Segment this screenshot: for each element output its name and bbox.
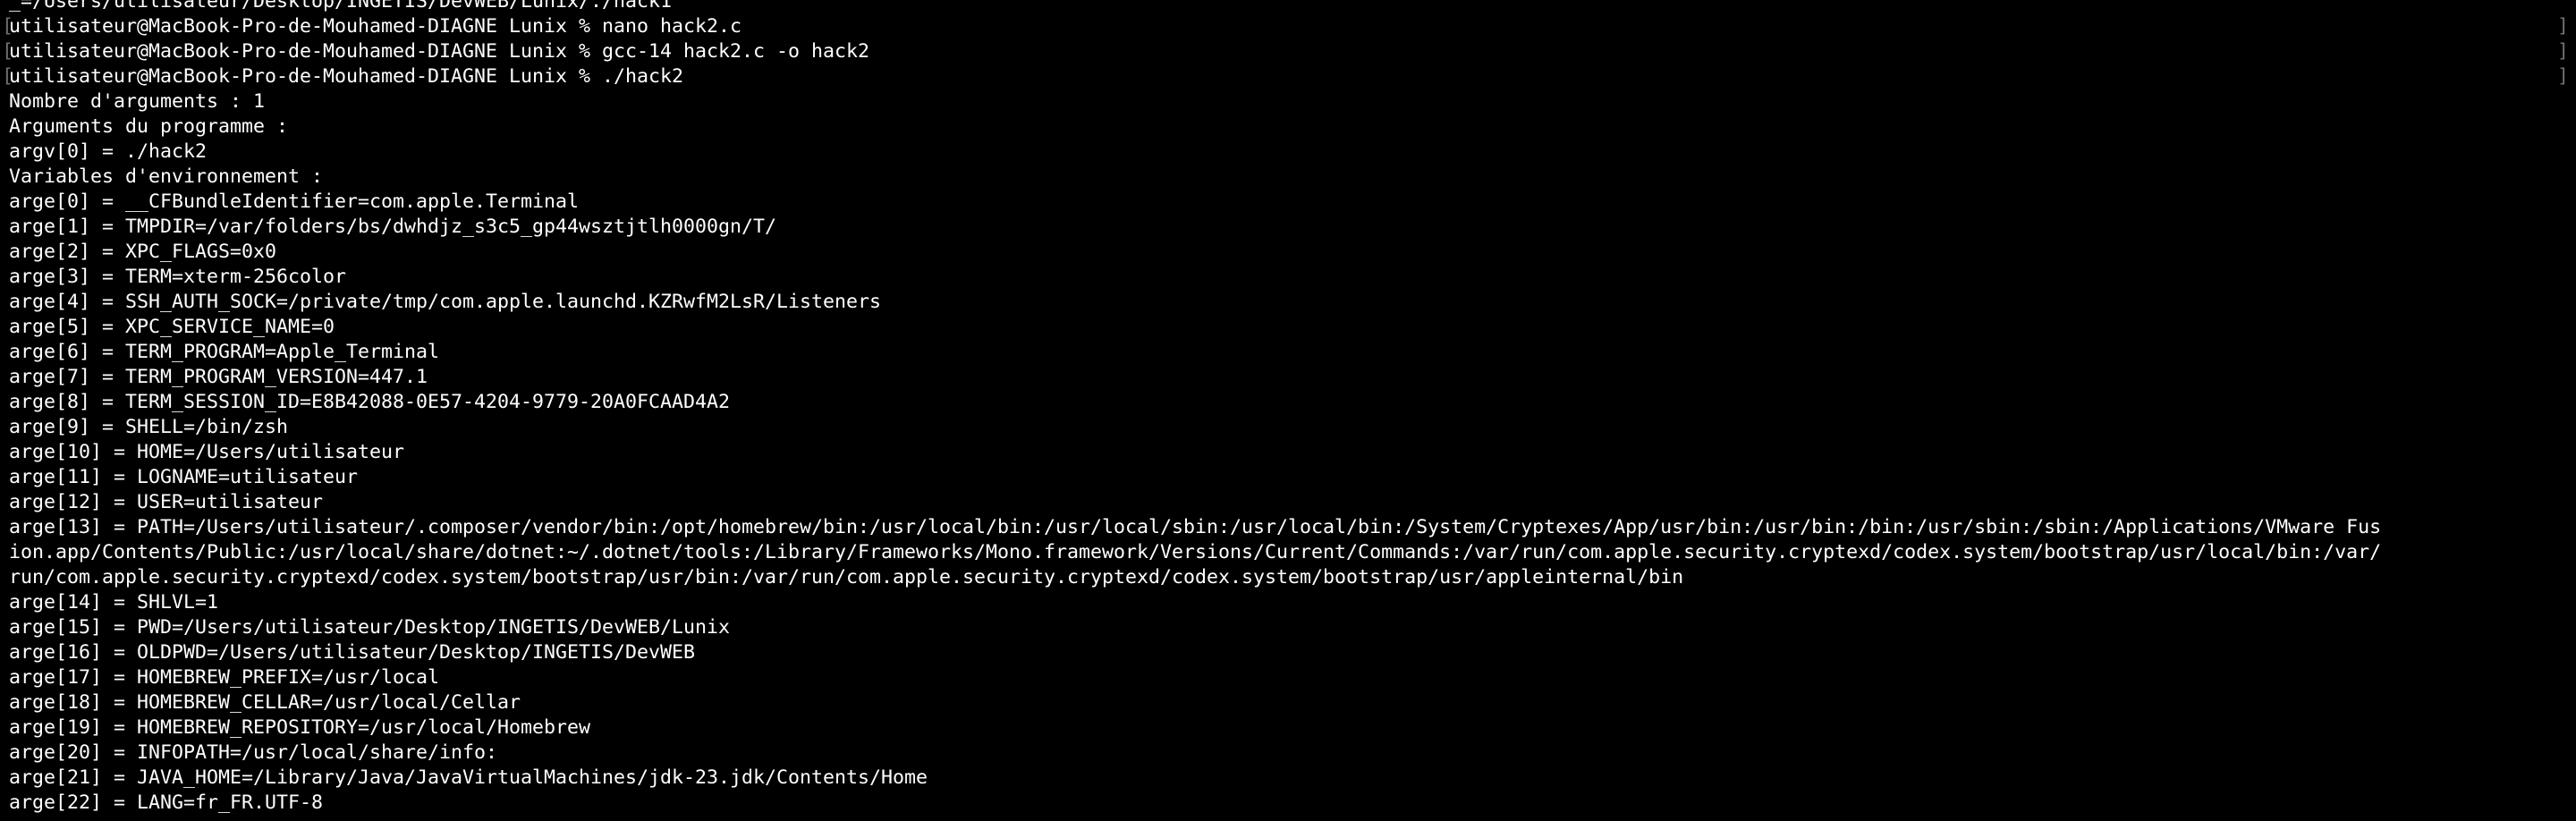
terminal-output-line: arge[7] = TERM_PROGRAM_VERSION=447.1 [9,365,2569,390]
terminal-output-line: arge[18] = HOMEBREW_CELLAR=/usr/local/Ce… [9,690,2569,715]
prompt-marker-right: ] [2556,40,2569,63]
terminal-output-line: arge[6] = TERM_PROGRAM=Apple_Terminal [9,340,2569,365]
terminal-output-line: _=/Users/utilisateur/Desktop/INGETIS/Dev… [9,0,2569,14]
terminal-output-line: arge[4] = SSH_AUTH_SOCK=/private/tmp/com… [9,290,2569,315]
terminal-output-line: arge[13] = PATH=/Users/utilisateur/.comp… [9,515,2569,540]
terminal-output-line: arge[22] = LANG=fr_FR.UTF-8 [9,791,2569,816]
terminal-output-line: arge[2] = XPC_FLAGS=0x0 [9,240,2569,265]
output-text: arge[4] = SSH_AUTH_SOCK=/private/tmp/com… [9,291,882,313]
output-text: arge[15] = PWD=/Users/utilisateur/Deskto… [9,616,731,639]
prompt-marker-left: [ [2,15,14,38]
prompt-marker-left: [ [2,40,14,63]
terminal-window[interactable]: _=/Users/utilisateur/Desktop/INGETIS/Dev… [0,0,2576,821]
output-text: arge[21] = JAVA_HOME=/Library/Java/JavaV… [9,766,928,789]
output-text: arge[19] = HOMEBREW_REPOSITORY=/usr/loca… [9,716,591,739]
terminal-output-line: arge[0] = __CFBundleIdentifier=com.apple… [9,190,2569,215]
terminal-output-line: ion.app/Contents/Public:/usr/local/share… [9,540,2569,565]
terminal-output-line: arge[20] = INFOPATH=/usr/local/share/inf… [9,741,2569,766]
terminal-prompt-line: [utilisateur@MacBook-Pro-de-Mouhamed-DIA… [2,14,2569,39]
output-text: Variables d'environnement : [9,165,324,188]
output-text: ion.app/Contents/Public:/usr/local/share… [9,541,2382,563]
output-text: run/com.apple.security.cryptexd/codex.sy… [9,566,1684,588]
terminal-output-line: arge[19] = HOMEBREW_REPOSITORY=/usr/loca… [9,715,2569,741]
terminal-output-line: Variables d'environnement : [9,165,2569,190]
output-text: arge[6] = TERM_PROGRAM=Apple_Terminal [9,341,440,363]
command-text: utilisateur@MacBook-Pro-de-Mouhamed-DIAG… [9,40,870,63]
terminal-output-line: arge[9] = SHELL=/bin/zsh [9,415,2569,440]
terminal-output-line: arge[21] = JAVA_HOME=/Library/Java/JavaV… [9,766,2569,791]
output-text: arge[3] = TERM=xterm-256color [9,266,347,288]
output-text: arge[5] = XPC_SERVICE_NAME=0 [9,316,335,338]
prompt-marker-right: ] [2556,15,2569,38]
command-text: utilisateur@MacBook-Pro-de-Mouhamed-DIAG… [9,15,742,38]
terminal-output-line: arge[15] = PWD=/Users/utilisateur/Deskto… [9,615,2569,640]
terminal-prompt-line: [utilisateur@MacBook-Pro-de-Mouhamed-DIA… [2,64,2569,89]
terminal-prompt-line: [utilisateur@MacBook-Pro-de-Mouhamed-DIA… [2,39,2569,64]
output-text: Nombre d'arguments : 1 [9,90,266,113]
output-text: arge[17] = HOMEBREW_PREFIX=/usr/local [9,666,440,689]
output-text: arge[18] = HOMEBREW_CELLAR=/usr/local/Ce… [9,691,521,714]
output-text: _=/Users/utilisateur/Desktop/INGETIS/Dev… [9,0,673,13]
output-text: arge[7] = TERM_PROGRAM_VERSION=447.1 [9,366,428,388]
output-text: arge[20] = INFOPATH=/usr/local/share/inf… [9,741,498,764]
output-text: arge[9] = SHELL=/bin/zsh [9,416,289,438]
output-text: Arguments du programme : [9,115,289,138]
terminal-output-line: arge[14] = SHLVL=1 [9,590,2569,615]
output-text: argv[0] = ./hack2 [9,140,208,163]
terminal-output-line: Arguments du programme : [9,114,2569,140]
output-text: arge[8] = TERM_SESSION_ID=E8B42088-0E57-… [9,391,731,413]
terminal-output-line: arge[1] = TMPDIR=/var/folders/bs/dwhdjz_… [9,215,2569,240]
prompt-marker-right: ] [2556,65,2569,88]
terminal-output-line: Nombre d'arguments : 1 [9,89,2569,114]
output-text: arge[16] = OLDPWD=/Users/utilisateur/Des… [9,641,696,664]
terminal-output-line: arge[11] = LOGNAME=utilisateur [9,465,2569,490]
terminal-output-line: arge[10] = HOME=/Users/utilisateur [9,440,2569,465]
output-text: arge[14] = SHLVL=1 [9,591,219,614]
output-text: arge[13] = PATH=/Users/utilisateur/.comp… [9,516,2382,538]
terminal-output[interactable]: _=/Users/utilisateur/Desktop/INGETIS/Dev… [2,0,2569,816]
output-text: arge[0] = __CFBundleIdentifier=com.apple… [9,190,580,213]
terminal-output-line: arge[16] = OLDPWD=/Users/utilisateur/Des… [9,640,2569,665]
terminal-output-line: arge[12] = USER=utilisateur [9,490,2569,515]
output-text: arge[22] = LANG=fr_FR.UTF-8 [9,791,324,814]
terminal-output-line: arge[5] = XPC_SERVICE_NAME=0 [9,315,2569,340]
output-text: arge[2] = XPC_FLAGS=0x0 [9,241,277,263]
terminal-output-line: run/com.apple.security.cryptexd/codex.sy… [9,565,2569,590]
terminal-output-line: arge[17] = HOMEBREW_PREFIX=/usr/local [9,665,2569,690]
output-text: arge[1] = TMPDIR=/var/folders/bs/dwhdjz_… [9,216,777,238]
output-text: arge[12] = USER=utilisateur [9,491,324,513]
terminal-output-line: arge[3] = TERM=xterm-256color [9,265,2569,290]
output-text: arge[10] = HOME=/Users/utilisateur [9,441,405,463]
terminal-output-line: argv[0] = ./hack2 [9,140,2569,165]
terminal-output-line: arge[8] = TERM_SESSION_ID=E8B42088-0E57-… [9,390,2569,415]
command-text: utilisateur@MacBook-Pro-de-Mouhamed-DIAG… [9,65,684,88]
prompt-marker-left: [ [2,65,14,88]
output-text: arge[11] = LOGNAME=utilisateur [9,466,359,488]
